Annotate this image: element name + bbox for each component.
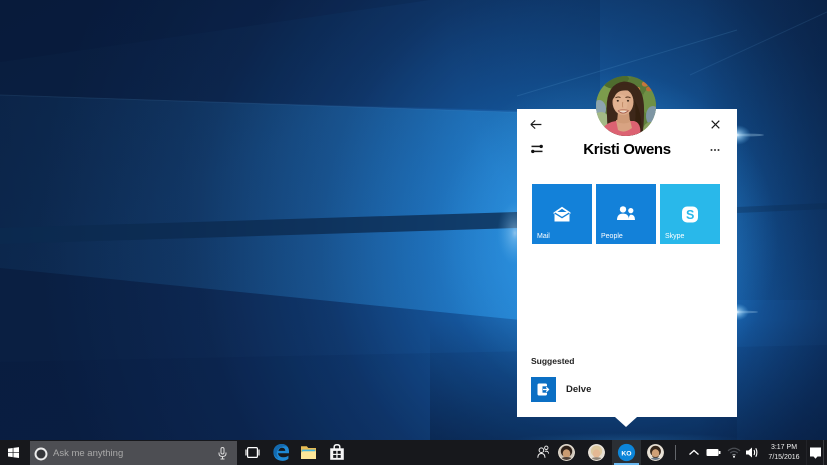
svg-text:S: S bbox=[686, 208, 694, 222]
svg-text:KO: KO bbox=[621, 451, 631, 458]
